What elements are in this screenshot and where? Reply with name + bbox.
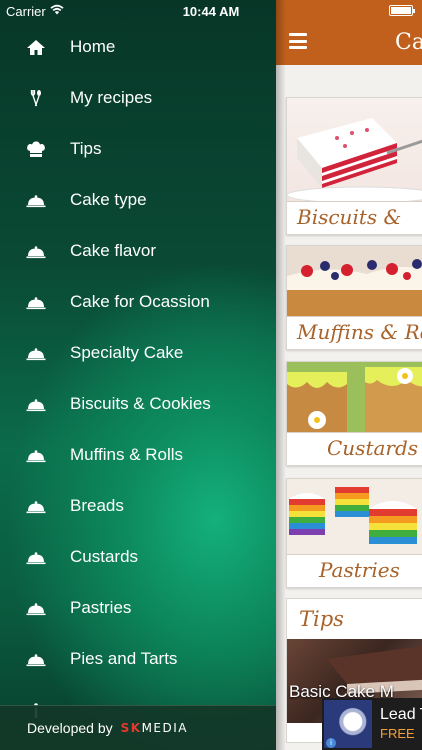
menu-item-tips[interactable]: Tips <box>0 123 276 174</box>
menu-item-label: Muffins & Rolls <box>70 444 184 464</box>
menu-item-label: Tips <box>70 138 102 158</box>
fruit-cake-image <box>287 246 422 316</box>
menu-item-label: My recipes <box>70 87 153 107</box>
menu-item-label: Custards <box>70 546 139 566</box>
status-time: 10:44 AM <box>182 4 240 19</box>
category-caption: Pastries <box>287 554 422 587</box>
category-caption: Biscuits & <box>287 201 422 234</box>
menu-item-home[interactable]: Home <box>0 21 276 72</box>
red-velvet-cake-image <box>287 118 422 201</box>
chef-hat-icon <box>27 140 45 157</box>
hamburger-menu-icon[interactable] <box>289 33 307 49</box>
menu-item-cake-flavor[interactable]: Cake flavor <box>0 225 276 276</box>
menu-item-label: Biscuits & Cookies <box>70 393 211 413</box>
menu-item-label: Breads <box>70 495 124 515</box>
menu-item-muffins-rolls[interactable]: Muffins & Rolls <box>0 429 276 480</box>
category-image <box>287 362 422 432</box>
cloche-icon <box>26 500 46 513</box>
category-card-biscuits[interactable]: Biscuits & <box>286 97 422 235</box>
cloche-icon <box>26 551 46 564</box>
menu-item-label: Cake flavor <box>70 240 156 260</box>
ad-subtitle: FREE <box>380 726 415 741</box>
cloche-icon <box>26 296 46 309</box>
cloche-icon <box>26 398 46 411</box>
menu-item-label: Cake type <box>70 189 147 209</box>
menu-item-label: Pastries <box>70 597 132 617</box>
cloche-icon <box>26 347 46 360</box>
menu-item-custards[interactable]: Custards <box>0 531 276 582</box>
menu-item-cake-for-occasion[interactable]: Cake for Ocassion <box>0 276 276 327</box>
category-image <box>287 479 422 554</box>
category-caption: Custards <box>287 432 422 465</box>
page-title: Ca <box>395 30 422 55</box>
menu-item-label: Home <box>70 36 116 56</box>
ad-title: Lead T <box>380 706 422 723</box>
menu-item-label: Cake for Ocassion <box>70 291 210 311</box>
ad-banner[interactable]: i Lead T FREE <box>322 698 422 750</box>
category-image <box>287 246 422 316</box>
menu-item-pies-tarts[interactable]: Pies and Tarts <box>0 633 276 684</box>
developed-by-label: Developed by <box>27 720 113 736</box>
drawer-footer: Developed by SKMEDIA <box>0 705 276 750</box>
menu-item-biscuits-cookies[interactable]: Biscuits & Cookies <box>0 378 276 429</box>
menu-item-specialty-cake[interactable]: Specialty Cake <box>0 327 276 378</box>
cloche-icon <box>26 602 46 615</box>
category-caption: Muffins & Ro <box>287 316 422 349</box>
side-drawer: Home My recipes Tips Cake type Cake flav… <box>0 0 276 750</box>
home-icon <box>27 39 45 55</box>
category-card-muffins[interactable]: Muffins & Ro <box>286 245 422 350</box>
menu-item-cake-type[interactable]: Cake type <box>0 174 276 225</box>
lemon-cake-image <box>287 362 422 432</box>
cloche-icon <box>26 194 46 207</box>
battery-icon <box>389 5 415 16</box>
category-image <box>287 98 422 201</box>
drawer-menu: Home My recipes Tips Cake type Cake flav… <box>0 21 276 735</box>
menu-item-pastries[interactable]: Pastries <box>0 582 276 633</box>
ad-info-icon[interactable]: i <box>326 738 336 748</box>
cloche-icon <box>26 449 46 462</box>
menu-item-breads[interactable]: Breads <box>0 480 276 531</box>
menu-item-label: Pies and Tarts <box>70 648 178 668</box>
developer-logo[interactable]: SKMEDIA <box>121 721 188 735</box>
category-card-custards[interactable]: Custards <box>286 361 422 466</box>
cloche-icon <box>26 653 46 666</box>
tips-heading: Tips <box>299 607 344 631</box>
menu-item-label: Specialty Cake <box>70 342 184 362</box>
status-bar: Carrier 10:44 AM <box>0 0 422 22</box>
menu-item-my-recipes[interactable]: My recipes <box>0 72 276 123</box>
rainbow-cake-image <box>287 479 422 554</box>
main-content: Ca Biscuits & Muffins & Ro Custards Past… <box>276 0 422 750</box>
cloche-icon <box>26 245 46 258</box>
category-card-pastries[interactable]: Pastries <box>286 478 422 588</box>
fork-spoon-icon <box>30 89 41 106</box>
